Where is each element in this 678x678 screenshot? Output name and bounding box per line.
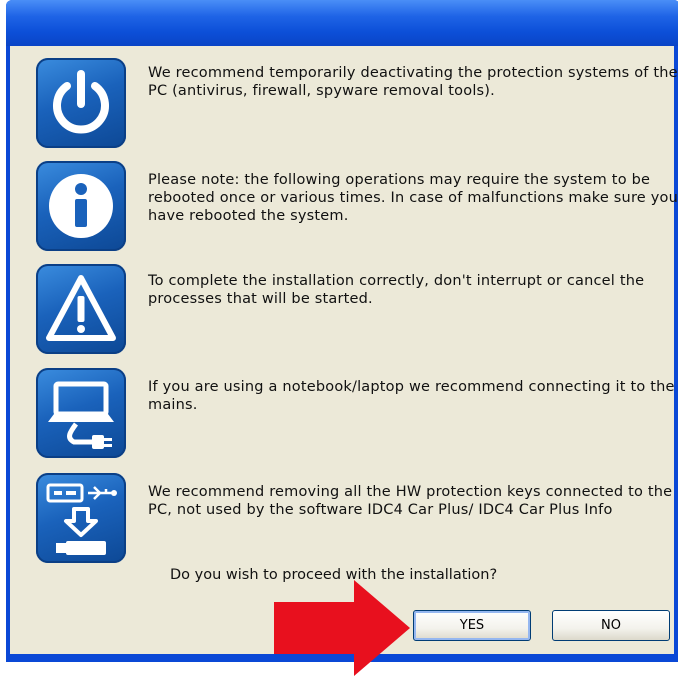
usb-key-icon [36,473,126,563]
interrupt-message: To complete the installation correctly, … [148,273,645,307]
laptop-plug-icon [36,368,126,458]
usb-key-message: We recommend removing all the HW protect… [148,484,673,518]
warning-icon [36,264,126,354]
laptop-message: If you are using a notebook/laptop we re… [148,379,675,413]
yes-button[interactable]: YES [413,610,531,641]
power-icon [36,58,126,148]
red-arrow-annotation [274,580,410,676]
dialog-body: We recommend temporarily deactivating th… [10,46,678,654]
info-icon [36,161,126,251]
power-message: We recommend temporarily deactivating th… [148,65,678,99]
reboot-message: Please note: the following operations ma… [148,172,678,224]
no-button[interactable]: NO [552,610,670,641]
title-bar[interactable] [6,0,678,46]
